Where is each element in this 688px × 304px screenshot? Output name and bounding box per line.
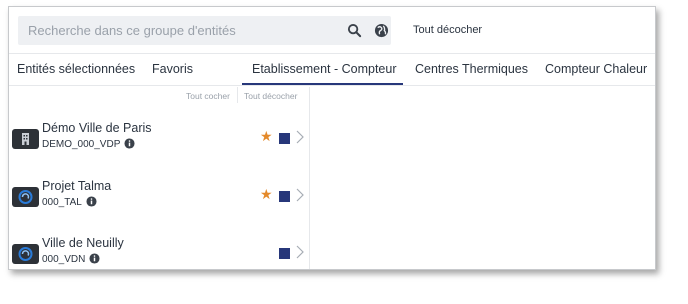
- info-icon[interactable]: [89, 253, 100, 264]
- chevron-right-icon[interactable]: [296, 130, 304, 144]
- tab-centres-thermiques[interactable]: Centres Thermiques: [415, 54, 528, 85]
- list-uncheck-all-link[interactable]: Tout décocher: [244, 91, 297, 101]
- search-icon[interactable]: [347, 23, 362, 38]
- item-code-text: 000_VDN: [42, 254, 86, 265]
- item-name: Démo Ville de Paris: [42, 121, 152, 135]
- item-code: 000_VDN: [42, 253, 100, 265]
- item-name: Ville de Neuilly: [42, 236, 124, 250]
- tab-selected-entities[interactable]: Entités sélectionnées: [17, 54, 135, 85]
- checked-square-icon[interactable]: [279, 133, 290, 144]
- chevron-right-icon[interactable]: [296, 188, 304, 202]
- globe-icon[interactable]: [374, 23, 389, 38]
- checked-square-icon[interactable]: [279, 191, 290, 202]
- tab-etablissement-compteur[interactable]: Etablissement - Compteur: [252, 54, 397, 85]
- uncheck-all-link[interactable]: Tout décocher: [413, 24, 482, 36]
- chevron-right-icon[interactable]: [296, 245, 304, 259]
- logo-icon: [12, 187, 39, 207]
- search-row: Tout décocher: [9, 7, 655, 53]
- tab-compteur-chaleur[interactable]: Compteur Chaleur: [545, 54, 647, 85]
- info-icon[interactable]: [124, 138, 135, 149]
- tab-favorites[interactable]: Favoris: [152, 54, 193, 85]
- info-icon[interactable]: [86, 196, 97, 207]
- column-divider: [237, 87, 238, 103]
- search-box: [18, 16, 391, 45]
- item-code-text: 000_TAL: [42, 197, 82, 208]
- list-item[interactable]: Démo Ville de Paris DEMO_000_VDP ★: [9, 115, 309, 171]
- list-item[interactable]: Ville de Neuilly 000_VDN: [9, 230, 309, 269]
- star-icon[interactable]: ★: [260, 187, 273, 201]
- item-name: Projet Talma: [42, 179, 112, 193]
- list-item[interactable]: Projet Talma 000_TAL ★: [9, 173, 309, 229]
- building-icon: [12, 129, 39, 149]
- item-code: 000_TAL: [42, 196, 97, 208]
- search-input[interactable]: [18, 16, 328, 45]
- star-icon[interactable]: ★: [260, 129, 273, 143]
- item-code-text: DEMO_000_VDP: [42, 139, 121, 150]
- entity-selector-panel: Tout décocher Entités sélectionnées Favo…: [8, 6, 656, 270]
- tab-bar: Entités sélectionnées Favoris Etablissem…: [9, 53, 655, 86]
- logo-icon: [12, 244, 39, 264]
- item-code: DEMO_000_VDP: [42, 138, 135, 150]
- checked-square-icon[interactable]: [279, 248, 290, 259]
- entity-list: Tout cocher Tout décocher Démo Ville de …: [9, 87, 310, 269]
- active-tab-indicator: [242, 83, 403, 85]
- check-all-link[interactable]: Tout cocher: [186, 91, 230, 101]
